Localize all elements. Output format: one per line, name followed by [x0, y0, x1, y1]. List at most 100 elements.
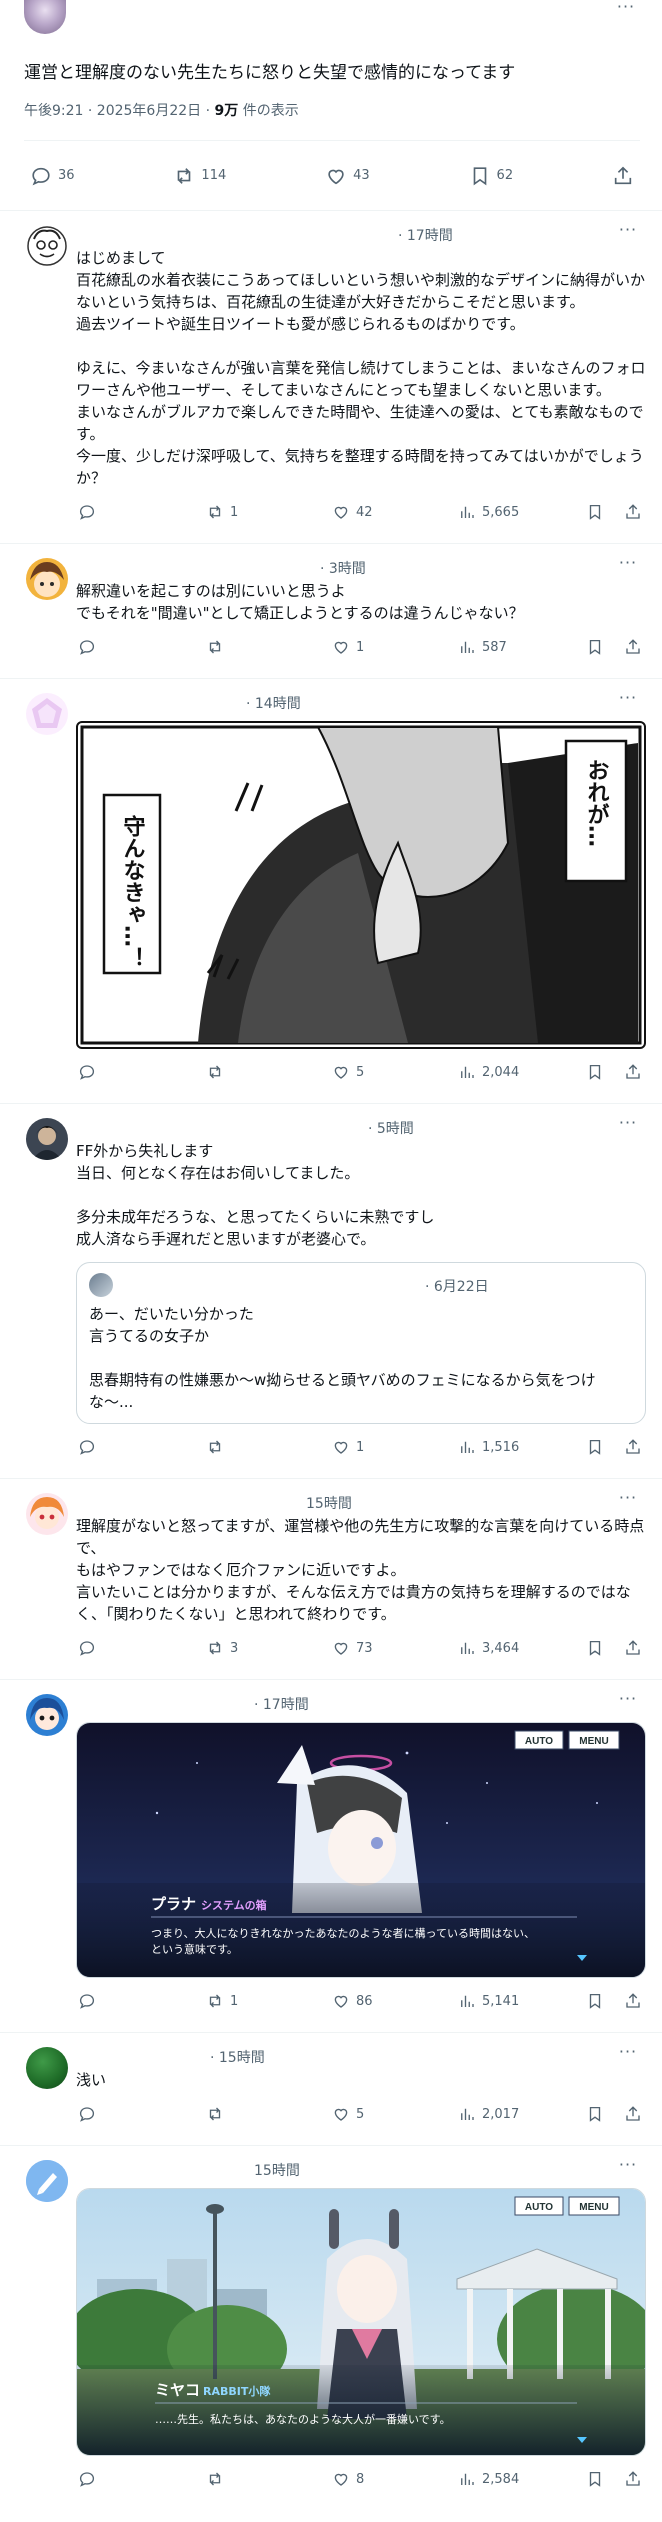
reply-tweet[interactable]: 15時間 ··· AUTO MENU ミヤコ RABBIT小隊 ……先生。私たち…	[0, 2146, 662, 2510]
avatar[interactable]	[26, 1694, 68, 1736]
auto-button[interactable]: AUTO	[525, 2202, 553, 2213]
reply-time[interactable]: · 3時間	[320, 558, 366, 578]
views-button[interactable]: 1,516	[458, 1438, 519, 1456]
reply-time[interactable]: 15時間	[254, 2160, 300, 2180]
more-options-icon[interactable]: ···	[614, 1115, 642, 1136]
retweet-button[interactable]	[206, 1063, 230, 1081]
views-button[interactable]: 5,665	[458, 503, 519, 521]
bookmark-button[interactable]	[586, 1992, 604, 2010]
reply-button[interactable]	[78, 2105, 96, 2123]
views-button[interactable]: 2,044	[458, 1063, 519, 1081]
manga-image[interactable]: 守んなきゃ…！ おれが…	[76, 721, 646, 1049]
reply-time[interactable]: · 5時間	[368, 1118, 414, 1138]
reply-button[interactable]	[78, 1992, 96, 2010]
reply-tweet[interactable]: · 5時間 ··· FF外から失礼します 当日、何となく存在はお伺いしてました。…	[0, 1104, 662, 1479]
like-button[interactable]: 5	[332, 2105, 364, 2123]
reply-tweet[interactable]: · 17時間 ··· AUTO MENU プラナ システムの箱 つまり、大人にな…	[0, 1680, 662, 2033]
reply-tweet[interactable]: · 14時間 ··· 守んなきゃ…！ おれが… 5 2,044	[0, 679, 662, 1104]
like-button[interactable]: 1	[332, 1438, 364, 1456]
retweet-button[interactable]	[206, 2470, 230, 2488]
reply-time[interactable]: · 17時間	[398, 225, 453, 245]
more-options-icon[interactable]: ···	[614, 555, 642, 576]
menu-button[interactable]: MENU	[579, 1736, 608, 1747]
more-options-icon[interactable]: ···	[614, 1691, 642, 1712]
retweet-button[interactable]	[206, 2105, 230, 2123]
like-button[interactable]: 43	[325, 165, 370, 187]
more-options-icon[interactable]: ···	[614, 2044, 642, 2065]
like-button[interactable]: 73	[332, 1639, 373, 1657]
avatar[interactable]	[24, 0, 66, 34]
like-button[interactable]: 86	[332, 1992, 373, 2010]
like-button[interactable]: 8	[332, 2470, 364, 2488]
reply-button[interactable]	[78, 1438, 96, 1456]
reply-button[interactable]	[78, 1639, 96, 1657]
more-options-icon[interactable]: ···	[612, 0, 640, 20]
views-button[interactable]: 2,584	[458, 2470, 519, 2488]
reply-time[interactable]: · 14時間	[246, 693, 301, 713]
reply-button[interactable]: 36	[30, 165, 75, 187]
share-button[interactable]	[624, 503, 642, 521]
avatar[interactable]	[26, 1493, 68, 1535]
retweet-button[interactable]: 114	[173, 165, 226, 187]
reply-tweet[interactable]: 15時間 ··· 理解度がないと怒ってますが、運営様や他の先生方に攻撃的な言葉を…	[0, 1479, 662, 1680]
bookmark-button[interactable]	[586, 2470, 604, 2488]
share-button[interactable]	[612, 165, 634, 187]
retweet-button[interactable]	[206, 638, 230, 656]
bookmark-button[interactable]	[586, 1063, 604, 1081]
bookmark-button[interactable]	[586, 1639, 604, 1657]
avatar[interactable]	[26, 1118, 68, 1160]
reply-button[interactable]	[78, 503, 96, 521]
reply-tweet[interactable]: · 15時間 ··· 浅い 5 2,017	[0, 2033, 662, 2146]
quoted-avatar[interactable]	[89, 1273, 113, 1297]
share-button[interactable]	[624, 2105, 642, 2123]
reply-tweet[interactable]: · 17時間 ··· はじめまして 百花繚乱の水着衣装にこうあってほしいという想…	[0, 211, 662, 544]
quoted-time[interactable]: · 6月22日	[425, 1276, 489, 1296]
view-count[interactable]: 9万	[215, 103, 239, 119]
like-button[interactable]: 5	[332, 1063, 364, 1081]
reply-icon	[79, 2107, 95, 2122]
reply-time[interactable]: · 15時間	[210, 2047, 265, 2067]
views-button[interactable]: 3,464	[458, 1639, 519, 1657]
bookmark-button[interactable]	[586, 2105, 604, 2123]
quoted-tweet[interactable]: · 6月22日 あー、だいたい分かった 言うてるの女子か 思春期特有の性嫌悪か〜…	[76, 1262, 646, 1424]
avatar[interactable]	[26, 558, 68, 600]
more-options-icon[interactable]: ···	[614, 1490, 642, 1511]
bookmark-button[interactable]: 62	[469, 165, 513, 187]
bookmark-button[interactable]	[586, 638, 604, 656]
bookmark-button[interactable]	[586, 503, 604, 521]
more-options-icon[interactable]: ···	[614, 222, 642, 243]
reply-tweet[interactable]: · 3時間 ··· 解釈違いを起こすのは別にいいと思うよ でもそれを"間違い"と…	[0, 544, 662, 679]
reply-button[interactable]	[78, 638, 96, 656]
share-button[interactable]	[624, 1639, 642, 1657]
reply-button[interactable]	[78, 2470, 96, 2488]
share-button[interactable]	[624, 638, 642, 656]
retweet-button[interactable]: 1	[206, 1992, 238, 2010]
avatar[interactable]	[26, 225, 68, 267]
views-button[interactable]: 5,141	[458, 1992, 519, 2010]
more-options-icon[interactable]: ···	[614, 2157, 642, 2178]
game-screenshot[interactable]: AUTO MENU ミヤコ RABBIT小隊 ……先生。私たちは、あなたのような…	[76, 2188, 646, 2456]
menu-button[interactable]: MENU	[579, 2202, 608, 2213]
avatar[interactable]	[26, 2160, 68, 2202]
reply-time[interactable]: 15時間	[306, 1493, 352, 1513]
like-button[interactable]: 42	[332, 503, 373, 521]
timestamp[interactable]: 午後9:21 · 2025年6月22日 ·	[24, 103, 215, 119]
reply-time[interactable]: · 17時間	[254, 1694, 309, 1714]
share-button[interactable]	[624, 1438, 642, 1456]
retweet-button[interactable]	[206, 1438, 230, 1456]
views-button[interactable]: 587	[458, 638, 507, 656]
reply-button[interactable]	[78, 1063, 96, 1081]
avatar[interactable]	[26, 693, 68, 735]
avatar[interactable]	[26, 2047, 68, 2089]
views-button[interactable]: 2,017	[458, 2105, 519, 2123]
like-button[interactable]: 1	[332, 638, 364, 656]
retweet-button[interactable]: 1	[206, 503, 238, 521]
more-options-icon[interactable]: ···	[614, 690, 642, 711]
auto-button[interactable]: AUTO	[525, 1736, 553, 1747]
share-button[interactable]	[624, 1992, 642, 2010]
bookmark-button[interactable]	[586, 1438, 604, 1456]
game-screenshot[interactable]: AUTO MENU プラナ システムの箱 つまり、大人になりきれなかったあなたの…	[76, 1722, 646, 1978]
share-button[interactable]	[624, 1063, 642, 1081]
share-button[interactable]	[624, 2470, 642, 2488]
retweet-button[interactable]: 3	[206, 1639, 238, 1657]
